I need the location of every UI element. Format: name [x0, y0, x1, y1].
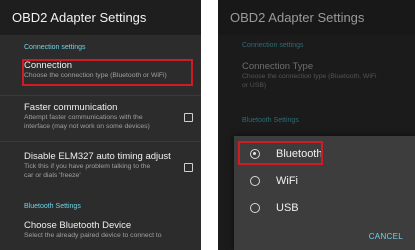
disable-auto-timing-preference[interactable]: Disable ELM327 auto timing adjust Tick t… — [0, 151, 201, 185]
faster-communication-summary-line1: Attempt faster communications with the — [24, 114, 143, 121]
section-header-connection: Connection settings — [24, 44, 86, 51]
faster-communication-title: Faster communication — [24, 102, 118, 113]
bluetooth-highlight-box — [238, 141, 323, 165]
disable-auto-timing-title: Disable ELM327 auto timing adjust — [24, 151, 171, 162]
connection-type-preference[interactable]: Connection Type Choose the connection ty… — [218, 61, 415, 95]
divider — [0, 141, 201, 142]
settings-screen-right: OBD2 Adapter Settings Connection setting… — [218, 0, 415, 250]
disable-auto-timing-checkbox[interactable] — [184, 163, 193, 172]
disable-auto-timing-summary-line2: car or dials 'freeze' — [24, 171, 81, 179]
app-bar: OBD2 Adapter Settings — [0, 0, 201, 35]
faster-communication-checkbox[interactable] — [184, 113, 193, 122]
radio-unchecked-icon[interactable] — [250, 203, 260, 213]
app-bar: OBD2 Adapter Settings — [218, 0, 415, 35]
connection-highlight-box — [22, 59, 193, 86]
option-wifi[interactable]: WiFi — [234, 171, 415, 191]
choose-bluetooth-device-preference[interactable]: Choose Bluetooth Device Select the alrea… — [0, 220, 201, 250]
connection-type-summary-line1: Choose the connection type (Bluetooth, W… — [242, 73, 377, 80]
choose-bluetooth-device-summary: Select the already paired device to conn… — [24, 232, 162, 239]
option-label: WiFi — [276, 175, 298, 187]
divider — [0, 95, 201, 96]
connection-type-dialog: Bluetooth WiFi USB CANCEL — [234, 136, 415, 250]
section-header-bluetooth: Bluetooth Settings — [242, 117, 299, 124]
disable-auto-timing-summary-line1: Tick this if you have problem talking to… — [24, 163, 151, 170]
choose-bluetooth-device-title: Choose Bluetooth Device — [24, 220, 132, 231]
cancel-button[interactable]: CANCEL — [369, 232, 403, 241]
faster-communication-preference[interactable]: Faster communication Attempt faster comm… — [0, 102, 201, 136]
page-title: OBD2 Adapter Settings — [12, 10, 147, 25]
faster-communication-summary-line2: interface (may not work on some devices) — [24, 122, 150, 130]
section-header-connection: Connection settings — [242, 42, 304, 49]
settings-screen-left: OBD2 Adapter Settings Connection setting… — [0, 0, 201, 250]
section-header-bluetooth: Bluetooth Settings — [24, 203, 81, 210]
option-label: USB — [276, 202, 299, 214]
option-usb[interactable]: USB — [234, 198, 415, 218]
page-title: OBD2 Adapter Settings — [230, 10, 365, 25]
connection-type-summary-line2: or USB) — [242, 81, 267, 89]
radio-unchecked-icon[interactable] — [250, 176, 260, 186]
connection-type-title: Connection Type — [242, 61, 314, 72]
